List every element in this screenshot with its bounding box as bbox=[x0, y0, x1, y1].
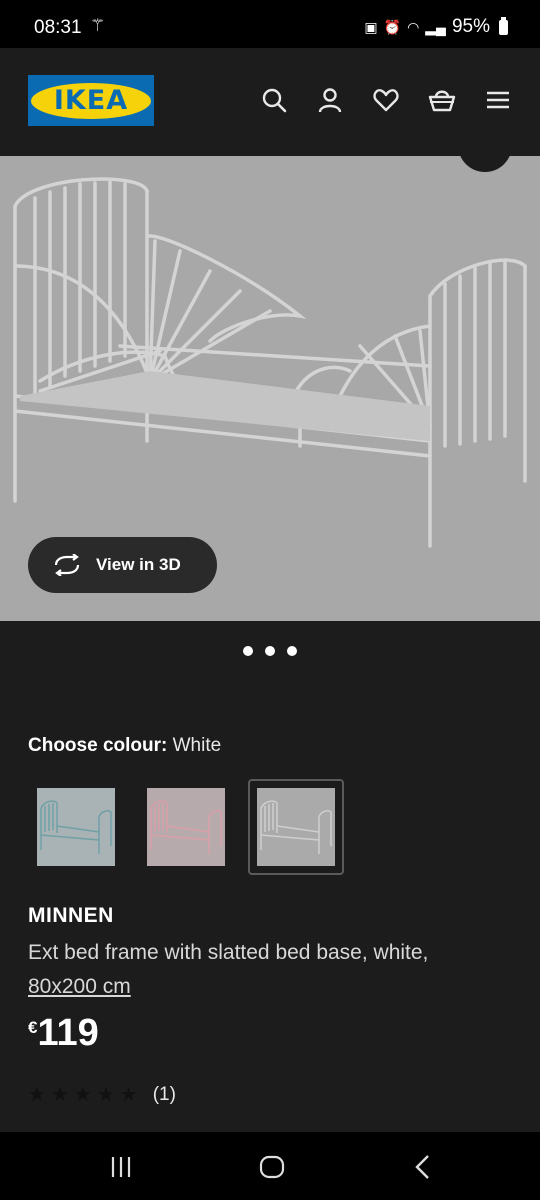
star-icon: ★ bbox=[73, 1084, 92, 1106]
star-icon: ★ bbox=[50, 1084, 69, 1106]
view-in-3d-label: View in 3D bbox=[96, 555, 181, 574]
wifi-icon: ◠ bbox=[407, 18, 420, 35]
blue-bed-thumbnail bbox=[37, 788, 115, 866]
battery-percent: 95% bbox=[451, 16, 490, 37]
product-description: Ext bed frame with slatted bed base, whi… bbox=[28, 936, 508, 1004]
battery-icon bbox=[499, 16, 508, 35]
price-value: 119 bbox=[37, 1012, 99, 1054]
recent-apps-icon[interactable] bbox=[106, 1154, 136, 1180]
notification-icon: ▣ bbox=[364, 18, 378, 35]
basket-icon[interactable] bbox=[428, 86, 456, 114]
star-icon: ★ bbox=[28, 1084, 46, 1106]
carousel-dot[interactable] bbox=[243, 646, 253, 656]
status-icons: ▣ ⏰ ◠ ▂▄ 95% bbox=[364, 16, 508, 38]
rotate-3d-icon bbox=[54, 554, 80, 576]
ikea-logo[interactable]: IKEA bbox=[28, 75, 154, 126]
menu-icon[interactable] bbox=[484, 86, 512, 114]
product-size-link[interactable]: 80x200 cm bbox=[28, 975, 131, 998]
product-name: MINNEN bbox=[28, 904, 114, 927]
white-bed-thumbnail bbox=[257, 788, 335, 866]
product-image[interactable]: View in 3D bbox=[0, 156, 540, 621]
alarm-icon: ⏰ bbox=[383, 18, 402, 35]
back-icon[interactable] bbox=[408, 1154, 438, 1180]
colour-chooser-label: Choose colour: White bbox=[28, 735, 221, 757]
star-icon: ★ bbox=[119, 1084, 138, 1106]
app-header: IKEA bbox=[0, 48, 540, 156]
product-price: €119 bbox=[28, 1012, 99, 1055]
heart-icon[interactable] bbox=[372, 86, 400, 114]
carousel-indicator bbox=[0, 646, 540, 656]
status-bar: 08:31 ⚚ ▣ ⏰ ◠ ▂▄ 95% bbox=[0, 0, 540, 48]
price-currency: € bbox=[28, 1018, 38, 1037]
colour-value: White bbox=[172, 735, 222, 756]
swatch-blue[interactable] bbox=[28, 779, 124, 875]
signal-icon: ▂▄ bbox=[425, 18, 446, 35]
colour-swatches bbox=[28, 779, 344, 875]
carousel-dot[interactable] bbox=[265, 646, 275, 656]
status-time: 08:31 bbox=[34, 17, 82, 38]
product-description-text: Ext bed frame with slatted bed base, whi… bbox=[28, 941, 429, 964]
pink-bed-thumbnail bbox=[147, 788, 225, 866]
swatch-white[interactable] bbox=[248, 779, 344, 875]
rating-count: (1) bbox=[152, 1083, 176, 1105]
header-actions bbox=[260, 86, 512, 114]
home-icon[interactable] bbox=[257, 1154, 287, 1180]
view-in-3d-button[interactable]: View in 3D bbox=[28, 537, 217, 593]
search-icon[interactable] bbox=[260, 86, 288, 114]
carousel-dot[interactable] bbox=[287, 646, 297, 656]
logo-oval: IKEA bbox=[31, 82, 151, 119]
magic-wand-icon: ⚚ bbox=[90, 16, 106, 35]
product-rating[interactable]: ★ ★ ★ ★ ★ (1) bbox=[28, 1082, 176, 1107]
system-navigation-bar bbox=[0, 1132, 540, 1200]
swatch-pink[interactable] bbox=[138, 779, 234, 875]
star-icon: ★ bbox=[96, 1084, 115, 1106]
colour-label: Choose colour: bbox=[28, 735, 168, 756]
account-icon[interactable] bbox=[316, 86, 344, 114]
logo-text: IKEA bbox=[53, 85, 129, 116]
